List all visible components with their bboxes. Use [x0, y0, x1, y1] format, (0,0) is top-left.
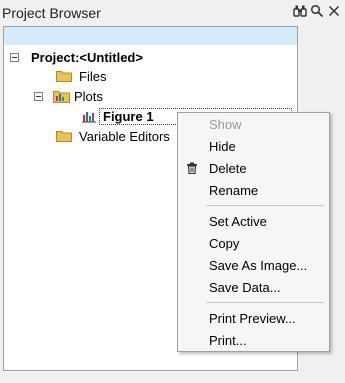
- plots-folder-icon: [53, 89, 70, 103]
- collapse-icon[interactable]: [10, 52, 19, 62]
- tree-node-project[interactable]: Project:<Untitled>: [10, 47, 143, 67]
- trash-icon: [186, 162, 198, 175]
- menu-separator: [206, 205, 324, 206]
- tree-node-label: Files: [79, 68, 107, 84]
- menu-item-hide[interactable]: Hide: [178, 135, 329, 157]
- tree-node-label: Plots: [74, 88, 103, 104]
- menu-item-rename[interactable]: Rename: [178, 179, 329, 201]
- folder-icon: [56, 130, 72, 142]
- tree-node-files[interactable]: Files: [56, 66, 106, 86]
- folder-icon: [56, 70, 72, 82]
- close-icon[interactable]: [327, 4, 341, 18]
- tree-node-label: Variable Editors: [79, 128, 170, 144]
- tree-node-variable-editors[interactable]: Variable Editors: [56, 126, 170, 146]
- menu-item-print-preview[interactable]: Print Preview...: [178, 307, 329, 329]
- menu-item-show[interactable]: Show: [178, 113, 329, 135]
- magnifier-icon[interactable]: [310, 4, 324, 18]
- context-menu: Show Hide Delete Rename Set Active Copy …: [177, 112, 330, 352]
- menu-item-delete[interactable]: Delete: [178, 157, 329, 179]
- menu-separator: [206, 302, 324, 303]
- title-bar-icons: [293, 4, 341, 18]
- figure-chart-icon: [81, 109, 97, 123]
- menu-item-copy[interactable]: Copy: [178, 232, 329, 254]
- menu-item-print[interactable]: Print...: [178, 329, 329, 351]
- tree-node-plots[interactable]: Plots: [34, 86, 103, 106]
- search-filter-bar[interactable]: [4, 27, 297, 45]
- menu-item-set-active[interactable]: Set Active: [178, 210, 329, 232]
- window-title: Project Browser: [2, 5, 101, 21]
- menu-item-save-data[interactable]: Save Data...: [178, 276, 329, 298]
- collapse-icon[interactable]: [34, 91, 43, 101]
- binoculars-icon[interactable]: [293, 4, 307, 18]
- tree-node-label: Project:<Untitled>: [31, 49, 143, 65]
- menu-item-save-as-image[interactable]: Save As Image...: [178, 254, 329, 276]
- title-bar: Project Browser: [0, 0, 345, 26]
